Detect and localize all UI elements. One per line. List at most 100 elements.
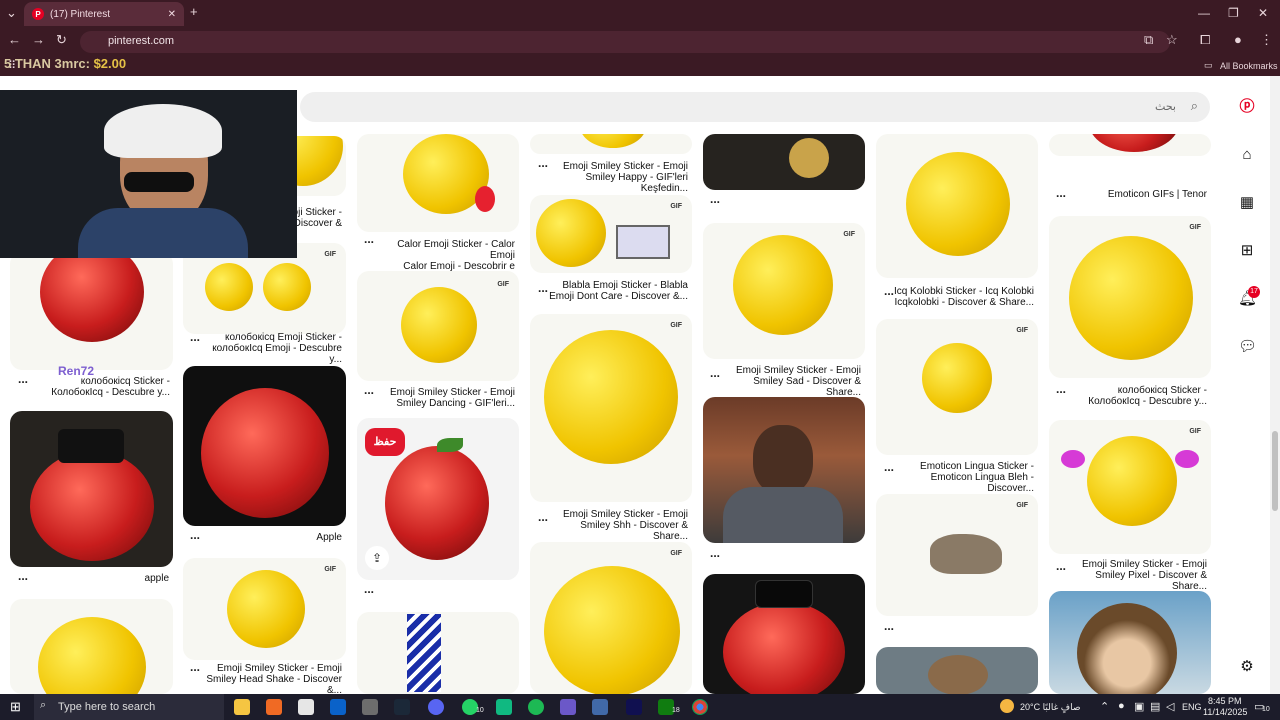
obs-icon[interactable]	[362, 699, 378, 715]
pin-more-icon[interactable]: ...	[18, 372, 28, 386]
pin-caption[interactable]: колобокicq Sticker - КолобокIcq - Descub…	[40, 376, 170, 398]
tab-list-icon[interactable]: ⌄	[6, 5, 17, 21]
home-icon[interactable]: ⌂	[1238, 146, 1256, 164]
search-input[interactable]: بحث ⌕	[300, 92, 1210, 122]
pin-image[interactable]	[10, 411, 173, 567]
pin-more-icon[interactable]: ...	[364, 582, 374, 596]
pin-image[interactable]: GIF	[1049, 420, 1211, 554]
steam-icon[interactable]	[394, 699, 410, 715]
pin-image[interactable]: GIF	[1049, 216, 1211, 378]
pin-more-icon[interactable]: ...	[190, 660, 200, 674]
pin-more-icon[interactable]: ...	[190, 330, 200, 344]
save-button[interactable]: حفظ	[365, 428, 405, 456]
share-icon[interactable]: ⇪	[365, 546, 389, 570]
pin-more-icon[interactable]: ...	[190, 528, 200, 542]
pin-image[interactable]	[1049, 134, 1211, 156]
pinterest-logo-icon[interactable]: ⓟ	[1238, 98, 1256, 116]
app-icon[interactable]	[626, 699, 642, 715]
pin-image[interactable]: GIF	[530, 195, 692, 273]
pin-image[interactable]	[357, 134, 519, 232]
pin-image[interactable]: GIF	[703, 223, 865, 359]
pin-more-icon[interactable]: ...	[1056, 186, 1066, 200]
pin-caption[interactable]: колобокicq Sticker - КолобокIcq - Descub…	[1064, 385, 1207, 407]
outlook-icon[interactable]	[330, 699, 346, 715]
new-tab-icon[interactable]: +	[190, 4, 198, 19]
volume-icon[interactable]: ◁	[1166, 700, 1174, 713]
restore-icon[interactable]: ❐	[1228, 6, 1239, 20]
clock-time[interactable]: 8:45 PM	[1208, 696, 1242, 706]
url-field[interactable]: pinterest.com	[80, 31, 1170, 53]
pin-image[interactable]: GIF	[357, 271, 519, 381]
app-icon[interactable]	[496, 699, 512, 715]
clock-date[interactable]: 11/14/2025	[1203, 707, 1247, 717]
spotify-icon[interactable]	[528, 699, 544, 715]
brave-icon[interactable]	[266, 699, 282, 715]
pin-image[interactable]: GIF	[530, 542, 692, 694]
pin-caption[interactable]: Icq Kolobki Sticker - Icq Kolobki Icqkol…	[890, 286, 1034, 308]
scrollbar-thumb[interactable]	[1272, 431, 1278, 511]
word-icon[interactable]	[298, 699, 314, 715]
close-tab-icon[interactable]: ✕	[168, 9, 176, 20]
taskbar-search-input[interactable]: ⌕ Type here to search	[34, 694, 224, 720]
pin-caption[interactable]: Blabla Emoji Sticker - Blabla Emoji Dont…	[545, 280, 688, 302]
pin-caption[interactable]: Emoji Smiley Sticker - Emoji Smiley Pixe…	[1064, 559, 1207, 592]
pin-caption[interactable]: apple	[60, 573, 169, 584]
minimize-icon[interactable]: —	[1198, 6, 1210, 20]
explore-icon[interactable]: ▦	[1238, 194, 1256, 212]
mic-icon[interactable]: ●	[1118, 700, 1125, 712]
pin-caption[interactable]: Emoticon Lingua Sticker - Emoticon Lingu…	[890, 461, 1034, 494]
scrollbar[interactable]	[1270, 76, 1280, 694]
game-icon[interactable]	[560, 699, 576, 715]
pin-caption[interactable]: Emoji Smiley Sticker - Emoji Smiley Happ…	[545, 161, 688, 194]
profile-icon[interactable]: ●	[1234, 32, 1242, 47]
pin-image[interactable]	[183, 366, 346, 526]
install-app-icon[interactable]: ⧉	[1144, 32, 1153, 48]
pin-caption[interactable]: Emoji Smiley Sticker - Emoji Smiley Head…	[200, 663, 342, 694]
pin-image[interactable]	[876, 647, 1038, 694]
reload-icon[interactable]: ↻	[56, 32, 67, 48]
pin-image[interactable]	[357, 612, 519, 694]
network-icon[interactable]: ▤	[1150, 700, 1160, 713]
pin-caption[interactable]: Apple	[280, 532, 342, 543]
close-window-icon[interactable]: ✕	[1258, 6, 1268, 20]
pin-image[interactable]	[10, 252, 173, 370]
pin-more-icon[interactable]: ...	[710, 192, 720, 206]
pin-caption[interactable]: Emoji Smiley Sticker - Emoji Smiley Shh …	[545, 509, 688, 542]
extensions-icon[interactable]: ⧠	[1200, 32, 1210, 48]
pin-image[interactable]	[703, 397, 865, 543]
chrome-icon[interactable]	[692, 699, 708, 715]
weather-text[interactable]: 20°C صافٍ غالبًا	[1020, 702, 1081, 713]
messages-icon[interactable]: 💬︎	[1238, 338, 1257, 356]
pin-image[interactable]: GIF	[876, 319, 1038, 455]
app-icon[interactable]	[592, 699, 608, 715]
pin-image[interactable]	[530, 134, 692, 154]
pin-image[interactable]	[876, 134, 1038, 278]
menu-icon[interactable]: ⋮	[1260, 32, 1273, 48]
pin-image[interactable]	[10, 599, 173, 694]
pin-image[interactable]: GIF	[876, 494, 1038, 616]
tray-chevron-icon[interactable]: ⌃	[1100, 700, 1109, 713]
tab-pinterest[interactable]: P (17) Pinterest ✕	[24, 2, 184, 26]
back-icon[interactable]: ←	[8, 32, 21, 47]
pin-caption[interactable]: Emoticon GIFs | Tenor	[1070, 189, 1207, 200]
pin-more-icon[interactable]: ...	[884, 619, 894, 633]
pin-more-icon[interactable]: ...	[18, 569, 28, 583]
pin-image[interactable]	[703, 134, 865, 190]
language-indicator[interactable]: ENG	[1182, 702, 1202, 712]
pin-caption[interactable]: Emoji Smiley Sticker - Emoji Smiley Sad …	[718, 365, 861, 398]
tray-app-icon[interactable]: ▣	[1134, 700, 1144, 713]
pin-caption[interactable]: колобокicq Emoji Sticker - колобокIcq Em…	[200, 332, 342, 365]
pin-more-icon[interactable]: ...	[710, 546, 720, 560]
pin-image[interactable]	[1049, 591, 1211, 694]
create-icon[interactable]: ⊞	[1238, 242, 1256, 260]
pin-image[interactable]: GIF	[183, 558, 346, 660]
forward-icon[interactable]: →	[32, 32, 45, 47]
settings-icon[interactable]: ⚙	[1238, 658, 1256, 676]
discord-icon[interactable]	[428, 699, 444, 715]
file-explorer-icon[interactable]	[234, 699, 250, 715]
start-icon[interactable]: ⊞	[10, 699, 21, 715]
bookmark-star-icon[interactable]: ☆	[1166, 32, 1178, 48]
pin-image[interactable]	[703, 574, 865, 694]
all-bookmarks-link[interactable]: All Bookmarks	[1220, 61, 1278, 71]
pin-caption[interactable]: Emoji Smiley Sticker - Emoji Smiley Danc…	[372, 387, 515, 409]
